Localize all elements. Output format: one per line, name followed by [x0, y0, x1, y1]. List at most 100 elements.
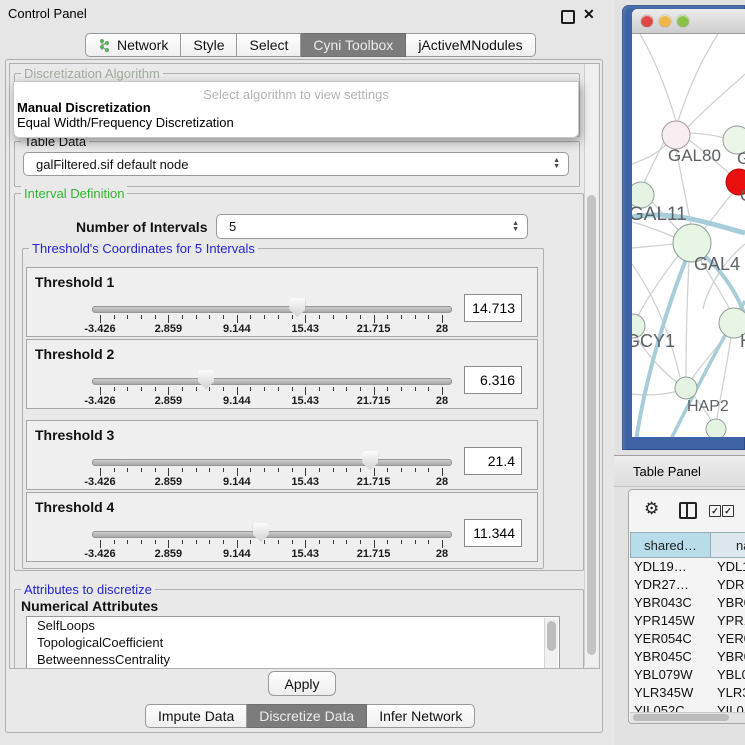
table-row[interactable]: YER054CYER0 [630, 631, 745, 649]
minor-tick [415, 540, 416, 544]
network-node[interactable] [706, 419, 726, 437]
close-traffic-icon[interactable] [641, 15, 653, 27]
cell-shared-name: YER054C [634, 631, 692, 646]
table-row[interactable]: YLR345WYLR3 [630, 685, 745, 703]
minor-tick [155, 468, 156, 472]
checkbox-icon[interactable]: ✓ [722, 505, 734, 517]
minor-tick [428, 315, 429, 319]
table-row[interactable]: YIL052CYIL0 [630, 703, 745, 712]
table-data-value: galFiltered.sif default node [36, 157, 188, 172]
minor-tick [346, 468, 347, 472]
network-node-gal80[interactable] [662, 121, 690, 149]
node-label: GAL4 [694, 254, 740, 274]
scrollbar-thumb[interactable] [547, 621, 556, 651]
gear-icon[interactable]: ⚙ [644, 499, 659, 519]
slider-track[interactable] [92, 531, 452, 538]
node-table[interactable]: shared… na YDL19…YDL1YDR27…YDR2YBR043CYB… [630, 532, 745, 712]
minor-tick [182, 468, 183, 472]
major-tick [305, 315, 306, 323]
minor-tick [401, 387, 402, 391]
network-edge[interactable] [688, 74, 745, 127]
tab-infer-network[interactable]: Infer Network [367, 704, 475, 728]
table-row[interactable]: YDR27…YDR2 [630, 577, 745, 595]
minor-tick [182, 540, 183, 544]
columns-icon[interactable] [679, 502, 697, 519]
slider-handle[interactable] [198, 370, 214, 389]
major-tick [305, 387, 306, 395]
cell-name: YLR3 [717, 685, 745, 700]
slider-track[interactable] [92, 378, 452, 385]
attribute-item[interactable]: TopologicalCoefficient [27, 634, 559, 651]
scrollbar-thumb[interactable] [633, 714, 729, 721]
table-row[interactable]: YBR043CYBR0 [630, 595, 745, 613]
major-tick [168, 468, 169, 476]
tab-discretize-data[interactable]: Discretize Data [247, 704, 367, 728]
tick-label: 9.144 [207, 476, 267, 488]
panel-scrollbar[interactable] [584, 64, 598, 666]
threshold-value-field[interactable]: 11.344 [464, 519, 522, 547]
threshold-value-field[interactable]: 6.316 [464, 366, 522, 394]
minor-tick [387, 387, 388, 391]
minimize-traffic-icon[interactable] [659, 15, 671, 27]
table-hscrollbar[interactable] [630, 712, 745, 723]
node-label: GAL80 [668, 146, 721, 165]
tab-jactivemnodules[interactable]: jActiveMNodules [406, 33, 535, 57]
table-row[interactable]: YBR045CYBR0 [630, 649, 745, 667]
attribute-item[interactable]: SelfLoops [27, 617, 559, 634]
popup-item[interactable]: Manual Discretization [17, 100, 151, 115]
close-icon[interactable]: ✕ [583, 6, 595, 23]
threshold-value-field[interactable]: 21.4 [464, 447, 522, 475]
tab-select[interactable]: Select [237, 33, 301, 57]
major-tick [100, 540, 101, 548]
network-canvas[interactable]: GAL80GACGAL11GAL4GCY1HHAP2 [632, 34, 745, 437]
network-edge[interactable] [640, 34, 676, 121]
slider-handle[interactable] [253, 523, 269, 542]
column-header-shared-name[interactable]: shared… [630, 532, 711, 558]
cell-shared-name: YDL19… [634, 559, 687, 574]
network-window-titlebar [632, 9, 745, 34]
numerical-attributes-label: Numerical Attributes [21, 598, 158, 614]
threshold-label: Threshold 3 [35, 427, 114, 443]
apply-button[interactable]: Apply [268, 671, 336, 696]
table-data-combobox[interactable]: galFiltered.sif default node ▲▼ [23, 152, 569, 176]
node-label: C [740, 186, 745, 205]
major-tick [442, 387, 443, 395]
bottom-tab-bar: Impute DataDiscretize DataInfer Network [145, 704, 475, 727]
major-tick [100, 315, 101, 323]
table-row[interactable]: YDL19…YDL1 [630, 559, 745, 577]
network-edge[interactable] [686, 262, 689, 377]
tab-impute-data[interactable]: Impute Data [145, 704, 247, 728]
table-row[interactable]: YBL079WYBL0 [630, 667, 745, 685]
network-node-hap2[interactable] [675, 377, 697, 399]
network-edge[interactable] [678, 34, 718, 121]
tab-network[interactable]: Network [85, 33, 181, 57]
network-edge[interactable] [632, 244, 674, 248]
tick-label: 21.715 [344, 476, 404, 488]
slider-track[interactable] [92, 306, 452, 313]
zoom-traffic-icon[interactable] [677, 15, 689, 27]
scrollbar-thumb[interactable] [587, 195, 596, 655]
minor-tick [114, 540, 115, 544]
minor-tick [209, 387, 210, 391]
attributes-listbox[interactable]: SelfLoopsTopologicalCoefficientBetweenne… [26, 616, 560, 669]
threshold-value-field[interactable]: 14.713 [464, 294, 522, 322]
popup-item[interactable]: Equal Width/Frequency Discretization [17, 115, 234, 130]
network-edge[interactable] [644, 142, 664, 183]
slider-track[interactable] [92, 459, 452, 466]
attribute-item[interactable]: BetweennessCentrality [27, 651, 559, 668]
float-window-icon[interactable] [561, 10, 575, 24]
network-edge[interactable] [690, 133, 724, 138]
checkbox-icon[interactable]: ✓ [709, 505, 721, 517]
network-edge[interactable] [638, 256, 678, 316]
tab-label: Network [117, 37, 168, 53]
tab-style[interactable]: Style [181, 33, 237, 57]
tab-cyni-toolbox[interactable]: Cyni Toolbox [301, 33, 406, 57]
minor-tick [196, 540, 197, 544]
minor-tick [264, 540, 265, 544]
network-edge[interactable] [632, 391, 678, 395]
slider-handle[interactable] [362, 451, 378, 470]
column-header-name[interactable]: na [711, 532, 745, 558]
table-row[interactable]: YPR145WYPR1 [630, 613, 745, 631]
num-intervals-combobox[interactable]: 5 ▲▼ [216, 214, 528, 239]
attributes-scrollbar[interactable] [544, 618, 558, 668]
